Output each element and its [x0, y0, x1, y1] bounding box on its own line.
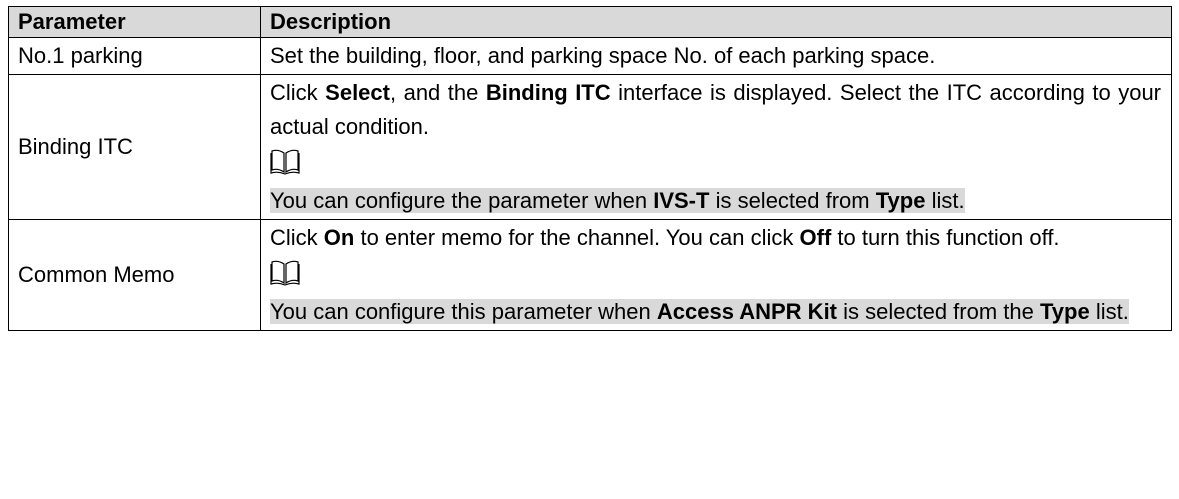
description-text: Click — [270, 80, 326, 105]
description-text: to enter memo for the channel. You can c… — [354, 225, 800, 250]
table-row: Binding ITC Click Select, and the Bindin… — [8, 74, 1172, 220]
note-text: You can configure this parameter when Ac… — [270, 299, 1129, 324]
description-paragraph: Click On to enter memo for the channel. … — [270, 221, 1161, 255]
description-bold-term: On — [323, 225, 355, 250]
description-bold-term: Type — [1040, 299, 1090, 324]
description-cell: Click Select, and the Binding ITC interf… — [260, 74, 1172, 220]
table-row: Common Memo Click On to enter memo for t… — [8, 219, 1172, 331]
description-text: Click — [270, 225, 324, 250]
note-text: You can configure the parameter when IVS… — [270, 188, 965, 213]
description-bold-term: Type — [875, 188, 926, 213]
description-bold-term: IVS-T — [653, 188, 710, 213]
description-cell: Click On to enter memo for the channel. … — [260, 219, 1172, 331]
description-bold-term: Off — [799, 225, 832, 250]
description-cell: Set the building, floor, and parking spa… — [260, 37, 1172, 75]
description-bold-term: Access ANPR Kit — [656, 299, 838, 324]
table-row: No.1 parking Set the building, floor, an… — [8, 37, 1172, 75]
header-parameter: Parameter — [8, 6, 261, 38]
book-icon — [270, 255, 1161, 295]
parameter-cell: Binding ITC — [8, 74, 261, 220]
book-icon — [270, 144, 1161, 184]
description-text: , and the — [389, 80, 486, 105]
parameter-table: Parameter Description No.1 parking Set t… — [8, 6, 1172, 331]
parameter-cell: No.1 parking — [8, 37, 261, 75]
table-header-row: Parameter Description — [8, 6, 1172, 38]
description-text: Set the building, floor, and parking spa… — [270, 43, 936, 68]
description-bold-term: Select — [325, 80, 390, 105]
description-bold-term: Binding ITC — [485, 80, 611, 105]
description-paragraph: Click Select, and the Binding ITC interf… — [270, 76, 1161, 144]
description-text: to turn this function off. — [831, 225, 1060, 250]
parameter-cell: Common Memo — [8, 219, 261, 331]
header-description: Description — [260, 6, 1172, 38]
